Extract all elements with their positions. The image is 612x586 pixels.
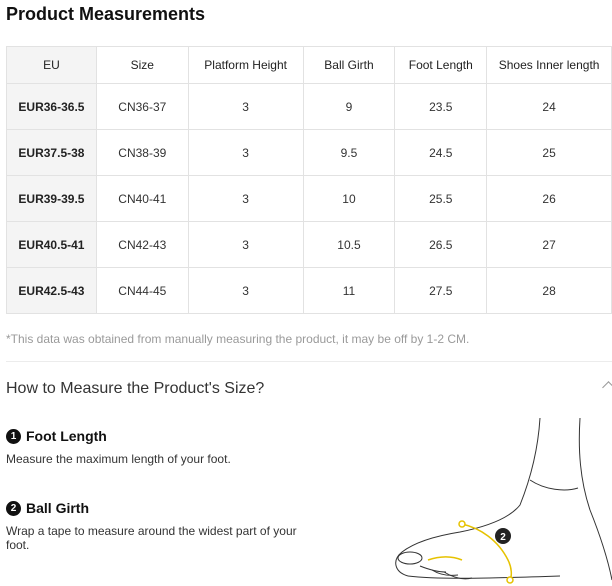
ball-girth-marker-number: 2 xyxy=(500,532,506,543)
cell-eu: EUR40.5-41 xyxy=(6,221,97,268)
cell-platform-height: 3 xyxy=(187,175,304,222)
cell-size: CN40-41 xyxy=(95,175,189,222)
cell-foot-length: 26.5 xyxy=(394,221,488,268)
measurements-table: EU Size Platform Height Ball Girth Foot … xyxy=(6,46,612,314)
table-header-row: EU Size Platform Height Ball Girth Foot … xyxy=(6,46,612,84)
cell-eu: EUR42.5-43 xyxy=(6,267,97,314)
cell-inner-length: 26 xyxy=(486,175,612,222)
table-row: EUR37.5-38 CN38-39 3 9.5 24.5 25 xyxy=(6,129,612,176)
column-header-eu: EU xyxy=(6,46,97,84)
cell-eu: EUR39-39.5 xyxy=(6,175,97,222)
chevron-up-icon[interactable] xyxy=(602,381,612,394)
heel-outline xyxy=(578,417,612,581)
cell-foot-length: 24.5 xyxy=(394,129,488,176)
cell-ball-girth: 10 xyxy=(302,175,396,222)
step-title-label: Ball Girth xyxy=(26,500,90,516)
cell-size: CN44-45 xyxy=(95,267,189,314)
cell-size: CN42-43 xyxy=(95,221,189,268)
cell-size: CN38-39 xyxy=(95,129,189,176)
sole-outline xyxy=(407,575,561,579)
cell-inner-length: 25 xyxy=(486,129,612,176)
tape-endpoint xyxy=(458,520,466,528)
foot-top-outline xyxy=(395,417,541,577)
cell-foot-length: 23.5 xyxy=(394,83,488,130)
column-header-foot-length: Foot Length xyxy=(394,46,488,84)
column-header-ball-girth: Ball Girth xyxy=(302,46,396,84)
step-ball-girth-title: 2 Ball Girth xyxy=(6,500,89,516)
cell-ball-girth: 9 xyxy=(302,83,396,130)
tape-endpoint xyxy=(506,576,514,584)
cell-ball-girth: 10.5 xyxy=(302,221,396,268)
table-row: EUR40.5-41 CN42-43 3 10.5 26.5 27 xyxy=(6,221,612,268)
ball-girth-tape-inner xyxy=(427,556,463,561)
cell-foot-length: 27.5 xyxy=(394,267,488,314)
cell-eu: EUR37.5-38 xyxy=(6,129,97,176)
column-header-size: Size xyxy=(95,46,189,84)
column-header-inner-length: Shoes Inner length xyxy=(486,46,612,84)
cell-platform-height: 3 xyxy=(187,221,304,268)
cell-platform-height: 3 xyxy=(187,129,304,176)
column-header-platform-height: Platform Height xyxy=(187,46,304,84)
step-foot-length-description: Measure the maximum length of your foot. xyxy=(6,452,231,466)
step-number-badge: 1 xyxy=(6,428,21,444)
section-divider xyxy=(6,361,612,362)
table-row: EUR36-36.5 CN36-37 3 9 23.5 24 xyxy=(6,83,612,130)
step-ball-girth-description: Wrap a tape to measure around the widest… xyxy=(6,524,297,552)
cell-eu: EUR36-36.5 xyxy=(6,83,97,130)
measurement-disclaimer: *This data was obtained from manually me… xyxy=(6,332,470,346)
foot-illustration: 2 xyxy=(395,417,612,584)
step-title-label: Foot Length xyxy=(26,428,107,444)
cell-inner-length: 24 xyxy=(486,83,612,130)
table-row: EUR42.5-43 CN44-45 3 11 27.5 28 xyxy=(6,267,612,314)
how-to-measure-heading[interactable]: How to Measure the Product's Size? xyxy=(6,380,264,398)
cell-inner-length: 27 xyxy=(486,221,612,268)
step-number-badge: 2 xyxy=(6,500,21,516)
cell-platform-height: 3 xyxy=(187,83,304,130)
table-row: EUR39-39.5 CN40-41 3 10 25.5 26 xyxy=(6,175,612,222)
cell-ball-girth: 9.5 xyxy=(302,129,396,176)
cell-inner-length: 28 xyxy=(486,267,612,314)
big-toe xyxy=(397,551,423,565)
page-title: Product Measurements xyxy=(6,4,206,24)
ankle-line xyxy=(529,479,579,491)
cell-ball-girth: 11 xyxy=(302,267,396,314)
cell-size: CN36-37 xyxy=(95,83,189,130)
cell-foot-length: 25.5 xyxy=(394,175,488,222)
cell-platform-height: 3 xyxy=(187,267,304,314)
step-foot-length-title: 1 Foot Length xyxy=(6,428,107,444)
